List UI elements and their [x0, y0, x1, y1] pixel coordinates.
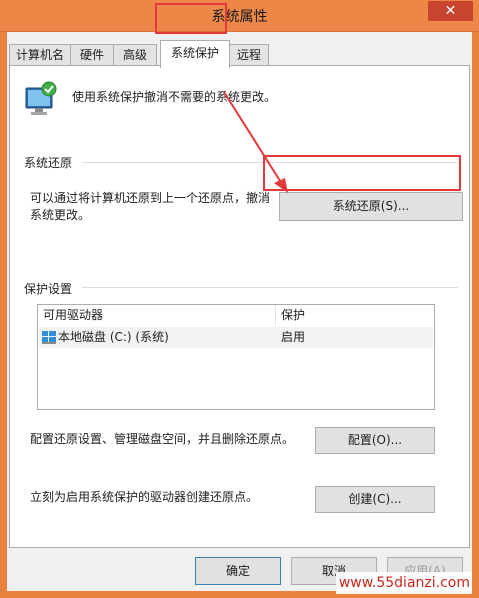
column-header-drive[interactable]: 可用驱动器 — [38, 305, 276, 326]
title-bar[interactable]: 系统属性 ✕ — [0, 0, 479, 32]
drive-name: 本地磁盘 (C:) (系统) — [58, 330, 169, 344]
protection-status: 启用 — [281, 330, 306, 344]
computer-shield-icon — [25, 81, 57, 115]
tab-hardware[interactable]: 硬件 — [70, 44, 114, 66]
ok-button[interactable]: 确定 — [195, 557, 281, 585]
tab-system-protection[interactable]: 系统保护 — [160, 40, 230, 68]
drive-table: 可用驱动器 保护 本地磁盘 (C:) (系统) 启用 — [37, 304, 435, 410]
column-header-protection[interactable]: 保护 — [276, 305, 426, 326]
tab-advanced[interactable]: 高级 — [113, 44, 157, 66]
restore-description: 可以通过将计算机还原到上一个还原点，撤消系统更改。 — [30, 191, 271, 222]
config-description: 配置还原设置、管理磁盘空间，并且删除还原点。 — [30, 432, 295, 446]
window-title: 系统属性 — [211, 9, 268, 25]
top-description: 使用系统保护撤消不需要的系统更改。 — [72, 90, 277, 104]
tab-computer-name[interactable]: 计算机名 — [9, 44, 71, 66]
create-description: 立刻为启用系统保护的驱动器创建还原点。 — [30, 490, 259, 504]
protection-section-label: 保护设置 — [24, 282, 73, 296]
watermark: www.55dianzi.com — [336, 572, 472, 594]
create-button[interactable]: 创建(C)... — [315, 486, 435, 513]
configure-button[interactable]: 配置(O)... — [315, 427, 435, 454]
protection-section-divider — [82, 287, 458, 288]
restore-section-divider — [82, 162, 458, 163]
tab-remote[interactable]: 远程 — [229, 44, 269, 66]
dialog-client-area: 计算机名 硬件 高级 系统保护 远程 使用系统保护撤消不需要的系统更改。 系统还… — [7, 32, 472, 591]
close-button[interactable]: ✕ — [428, 1, 473, 21]
restore-section-label: 系统还原 — [24, 156, 73, 170]
system-restore-button[interactable]: 系统还原(S)... — [279, 192, 463, 221]
table-row[interactable]: 本地磁盘 (C:) (系统) 启用 — [39, 327, 433, 348]
system-protection-panel: 使用系统保护撤消不需要的系统更改。 系统还原 可以通过将计算机还原到上一个还原点… — [9, 65, 470, 548]
system-properties-window: 系统属性 ✕ 计算机名 硬件 高级 系统保护 远程 使用系统保护撤消不需要的系统… — [0, 0, 479, 598]
windows-drive-icon — [42, 331, 56, 344]
